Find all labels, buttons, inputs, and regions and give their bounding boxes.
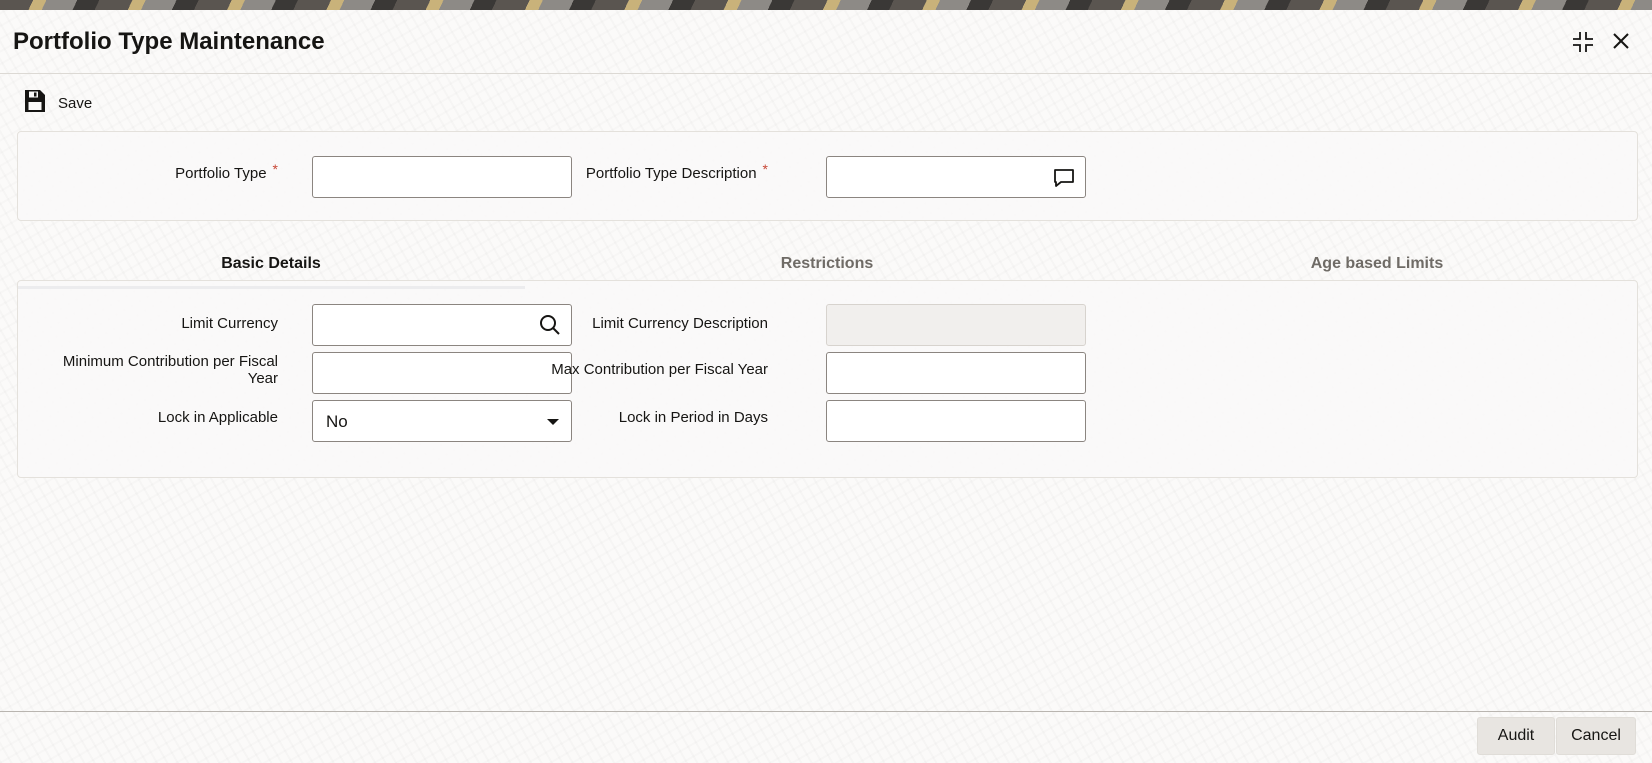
limit-currency-description-label: Limit Currency Description [592, 315, 768, 332]
portfolio-type-maintenance-window: Portfolio Type Maintenance Save Portfoli… [0, 10, 1652, 763]
limit-currency-input[interactable] [312, 304, 572, 346]
comment-icon[interactable] [1053, 167, 1075, 194]
max-contribution-label: Max Contribution per Fiscal Year [551, 361, 768, 378]
required-mark: * [272, 161, 278, 177]
footer-divider [0, 711, 1652, 712]
header-panel: Portfolio Type * Portfolio Type Descripti… [17, 131, 1638, 221]
max-contribution-input[interactable] [826, 352, 1086, 394]
portfolio-type-input[interactable] [312, 156, 572, 198]
portfolio-type-description-label: Portfolio Type Description * [585, 161, 768, 182]
portfolio-type-field[interactable] [313, 157, 571, 197]
page-title: Portfolio Type Maintenance [13, 28, 325, 55]
limit-currency-description-input [826, 304, 1086, 346]
compress-icon[interactable] [1571, 30, 1595, 59]
floppy-disk-icon [24, 89, 46, 118]
lock-in-applicable-label: Lock in Applicable [157, 409, 278, 426]
top-banner [0, 0, 1652, 10]
portfolio-type-description-input[interactable] [826, 156, 1086, 198]
lock-in-applicable-value: No [326, 412, 348, 431]
title-divider [0, 73, 1652, 74]
portfolio-type-description-field[interactable] [827, 157, 1085, 197]
basic-details-panel: Limit Currency Limit Currency Descriptio… [17, 280, 1638, 478]
save-button[interactable]: Save [24, 89, 93, 118]
lock-in-period-input[interactable] [826, 400, 1086, 442]
limit-currency-field[interactable] [313, 305, 571, 345]
lock-in-applicable-select[interactable]: No [312, 400, 572, 442]
audit-button[interactable]: Audit [1477, 717, 1555, 755]
required-mark: * [762, 161, 768, 177]
portfolio-type-label: Portfolio Type * [175, 161, 278, 182]
limit-currency-label: Limit Currency [181, 315, 278, 332]
lock-in-period-label: Lock in Period in Days [618, 409, 768, 426]
limit-currency-description-field [827, 305, 1085, 345]
lock-in-period-field[interactable] [827, 401, 1085, 441]
cancel-button[interactable]: Cancel [1556, 717, 1636, 755]
max-contribution-field[interactable] [827, 353, 1085, 393]
save-label: Save [58, 94, 93, 112]
min-contribution-label: Minimum Contribution per Fiscal Year [62, 353, 278, 387]
close-icon[interactable] [1610, 30, 1632, 57]
